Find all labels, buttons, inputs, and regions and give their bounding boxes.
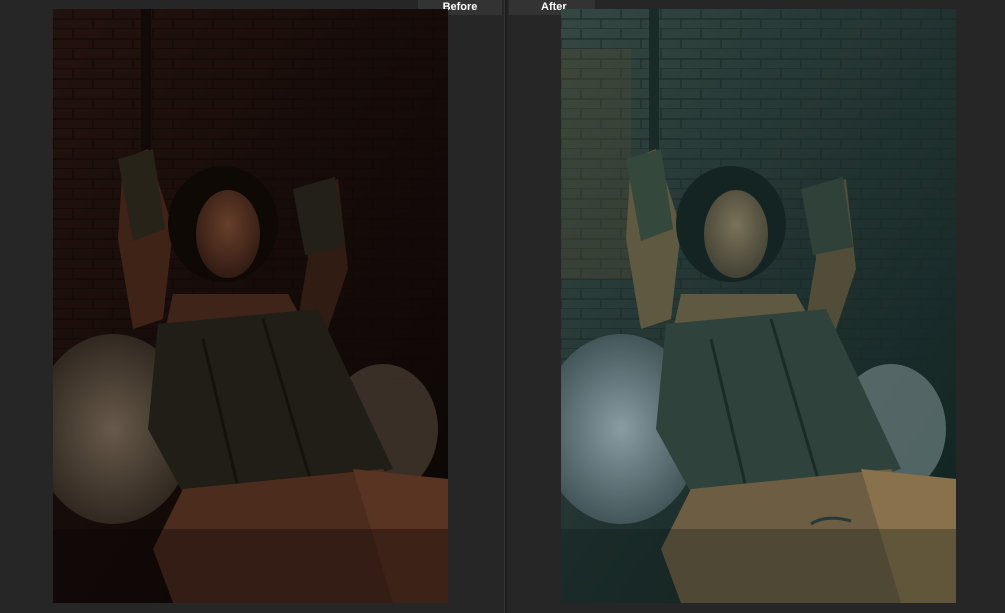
- after-pane: After: [507, 0, 1005, 613]
- after-photo[interactable]: [561, 9, 956, 603]
- before-after-compare-view: Before After: [0, 0, 1005, 613]
- before-pane: Before: [0, 0, 504, 613]
- before-photo[interactable]: [53, 9, 448, 603]
